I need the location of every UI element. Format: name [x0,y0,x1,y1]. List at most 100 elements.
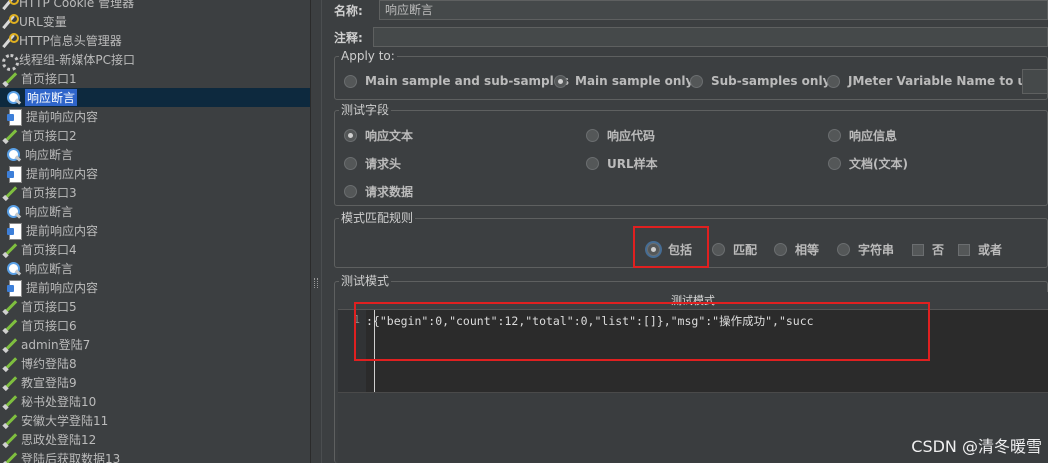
field-request-data-radio[interactable]: 请求数据 [344,183,413,200]
pipette-icon [2,299,18,315]
tree-node[interactable]: 安徽大学登陆11 [0,411,310,430]
tree-node-label: 提前响应内容 [26,167,99,181]
annotation-box-pattern [354,302,930,361]
apply-to-title: Apply to: [339,49,397,63]
radio-icon [837,243,850,256]
tree-node[interactable]: HTTP信息头管理器 [0,31,310,50]
tree-node[interactable]: 提前响应内容 [0,221,310,240]
magnifier-icon [6,261,22,277]
test-field-title: 测试字段 [339,103,392,117]
pipette-icon [2,71,18,87]
pipette-icon [2,337,18,353]
tree-node-label: 首页接口4 [21,243,77,257]
tree-node-label: 响应断言 [25,205,74,219]
match-rule-title: 模式匹配规则 [339,211,416,225]
checkbox-icon [958,243,970,256]
wrench-icon [0,0,19,11]
field-response-text-radio[interactable]: 响应文本 [344,127,413,144]
response-assertion-panel: 名称: 响应断言 注释: Apply to: Main sample and s… [330,0,1048,463]
splitter-grip-icon [314,278,318,288]
tree-node[interactable]: 首页接口4 [0,240,310,259]
field-response-message-radio[interactable]: 响应信息 [828,127,897,144]
name-label: 名称: [334,4,363,18]
tree-node[interactable]: 提前响应内容 [0,164,310,183]
comment-input[interactable] [373,27,1048,47]
pipette-icon [2,242,18,258]
tree-node[interactable]: 首页接口3 [0,183,310,202]
apply-main-and-sub-radio[interactable]: Main sample and sub-samples [344,74,569,88]
apply-sub-only-radio[interactable]: Sub-samples only [690,74,830,88]
panel-splitter[interactable] [310,0,322,463]
tree-node-label: 教宣登陆9 [21,376,77,390]
tree-node[interactable]: 提前响应内容 [0,107,310,126]
name-input[interactable]: 响应断言 [379,0,1048,20]
match-substring-radio[interactable]: 字符串 [837,241,894,258]
radio-icon [586,157,599,170]
pipette-icon [2,451,18,463]
tree-node[interactable]: HTTP Cookie 管理器 [0,0,310,12]
watermark: CSDN @清冬暖雪 [911,437,1042,456]
wrench-icon [0,32,19,49]
tree-node-label: 首页接口3 [21,186,77,200]
match-not-checkbox[interactable]: 否 [912,241,944,258]
field-request-headers-radio[interactable]: 请求头 [344,155,401,172]
tree-node-label: 首页接口5 [21,300,77,314]
test-plan-tree[interactable]: HTTP Cookie 管理器 URL变量 HTTP信息头管理器线程组-新媒体PC接… [0,0,310,463]
magnifier-icon [6,147,22,163]
pipette-icon [2,394,18,410]
tree-node-label: 提前响应内容 [26,281,99,295]
match-or-checkbox[interactable]: 或者 [958,241,1002,258]
tree-node[interactable]: 线程组-新媒体PC接口 [0,50,310,71]
pipette-icon [2,356,18,372]
tree-node-label: URL变量 [19,15,67,29]
radio-icon [344,74,357,88]
tree-node[interactable]: URL变量 [0,12,310,31]
tree-node[interactable]: 首页接口5 [0,297,310,316]
tree-node[interactable]: 秘书处登陆10 [0,392,310,411]
tree-node[interactable]: 首页接口2 [0,126,310,145]
tree-node[interactable]: 响应断言 [0,145,310,164]
annotation-box-contains [633,226,709,268]
tree-node[interactable]: admin登陆7 [0,335,310,354]
radio-icon [554,74,567,88]
tree-node-label: HTTP信息头管理器 [19,34,122,48]
tree-node[interactable]: 博约登陆8 [0,354,310,373]
doc-icon [7,165,23,183]
tree-node-label: 提前响应内容 [26,224,99,238]
pipette-icon [2,375,18,391]
tree-node-label: 秘书处登陆10 [21,395,97,409]
magnifier-icon [6,90,22,106]
apply-main-only-radio[interactable]: Main sample only [554,74,693,88]
tree-node[interactable]: 教宣登陆9 [0,373,310,392]
tree-node[interactable]: 思政处登陆12 [0,430,310,449]
tree-node[interactable]: 登陆后获取数据13 [0,449,310,463]
tree-node-label: 首页接口6 [21,319,77,333]
wrench-icon [0,13,19,30]
radio-icon [828,129,841,142]
match-matches-radio[interactable]: 匹配 [712,241,757,258]
tree-node-label: 博约登陆8 [21,357,77,371]
tree-node[interactable]: 响应断言 [0,88,310,107]
gear-icon [0,52,19,71]
tree-node[interactable]: 响应断言 [0,202,310,221]
field-url-sample-radio[interactable]: URL样本 [586,155,658,172]
tree-node-label: 登陆后获取数据13 [21,452,121,463]
radio-icon [828,157,841,170]
tree-node-label: 首页接口2 [21,129,77,143]
radio-icon [586,129,599,142]
radio-icon [344,129,357,142]
field-response-code-radio[interactable]: 响应代码 [586,127,655,144]
match-equals-radio[interactable]: 相等 [774,241,819,258]
apply-jmeter-variable-radio[interactable]: JMeter Variable Name to use [827,74,1041,88]
pipette-icon [2,318,18,334]
jmeter-variable-input[interactable] [1022,69,1048,94]
tree-node-label: HTTP Cookie 管理器 [19,0,135,10]
radio-icon [344,157,357,170]
tree-node[interactable]: 提前响应内容 [0,278,310,297]
tree-node-label: admin登陆7 [21,338,91,352]
tree-node[interactable]: 首页接口6 [0,316,310,335]
field-document-text-radio[interactable]: 文档(文本) [828,155,908,172]
tree-node-label: 提前响应内容 [26,110,99,124]
tree-node[interactable]: 首页接口1 [0,69,310,88]
tree-node[interactable]: 响应断言 [0,259,310,278]
